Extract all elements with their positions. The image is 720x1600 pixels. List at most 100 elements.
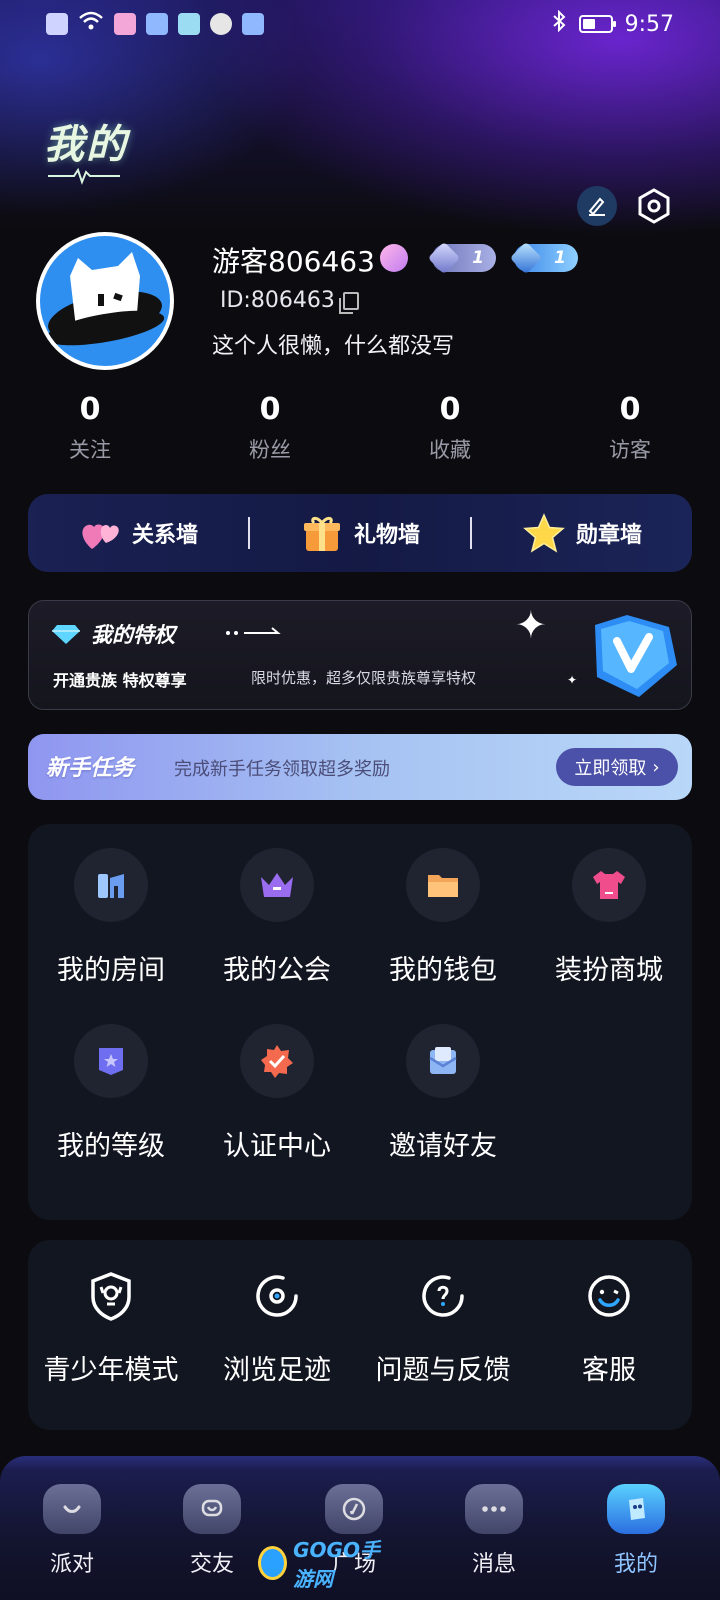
gift-wall-button[interactable]: 礼物墙 (250, 513, 470, 553)
hearts-icon (82, 524, 119, 549)
stats-row: 0 关注 0 粉丝 0 收藏 0 访客 (0, 390, 720, 464)
wechat-icon (210, 13, 232, 35)
feature-verification-center[interactable]: 认证中心 (194, 1024, 360, 1163)
feature-label: 我的房间 (57, 955, 165, 986)
wall-label: 勋章墙 (575, 523, 642, 548)
tool-icon-wrap (579, 1266, 639, 1326)
tool-browse-history[interactable]: 浏览足迹 (194, 1266, 360, 1387)
message-icon (465, 1484, 523, 1534)
nav-label: 消息 (471, 1552, 516, 1577)
nav-messages[interactable]: 消息 (434, 1484, 554, 1578)
tool-teen-mode[interactable]: 青少年模式 (28, 1266, 194, 1387)
app-icon-3 (178, 13, 200, 35)
footprint-icon (256, 1275, 298, 1317)
battery-icon (578, 15, 616, 33)
claim-button-label: 立即领取 (574, 758, 647, 779)
wifi-icon (78, 10, 104, 38)
verify-icon (261, 1045, 293, 1078)
room-icon (98, 874, 124, 898)
stat-value: 0 (259, 392, 281, 427)
feature-label: 我的钱包 (389, 955, 497, 986)
tool-icon-wrap (81, 1266, 141, 1326)
settings-button[interactable] (634, 186, 674, 226)
stat-visitors[interactable]: 0 访客 (540, 390, 720, 464)
feature-icon-bg (406, 1024, 480, 1098)
tool-feedback[interactable]: 问题与反馈 (360, 1266, 526, 1387)
diamond-icon (52, 625, 80, 644)
feature-icon-bg (240, 848, 314, 922)
nav-label: 派对 (49, 1552, 94, 1577)
user-id-row: ID:806463 (220, 288, 359, 314)
square-icon (325, 1484, 383, 1534)
wall-label: 关系墙 (131, 523, 198, 548)
feature-my-wallet[interactable]: 我的钱包 (360, 848, 526, 987)
tools-panel: 青少年模式 浏览足迹 问题与反馈 客服 (28, 1240, 692, 1430)
stat-value: 0 (619, 392, 641, 427)
crown-icon (261, 873, 293, 897)
gift-icon (303, 516, 340, 551)
avatar-cat-icon (45, 252, 165, 346)
feature-icon-bg (74, 1024, 148, 1098)
nav-friends[interactable]: 交友 (152, 1484, 272, 1578)
alert-icon (46, 13, 68, 35)
arrow-icon (226, 627, 281, 635)
level-badge-charm[interactable]: 1 (509, 241, 578, 275)
feature-label: 我的公会 (223, 955, 331, 986)
tool-label: 青少年模式 (43, 1355, 179, 1386)
wall-label: 礼物墙 (353, 523, 420, 548)
relationship-wall-button[interactable]: 关系墙 (28, 513, 248, 553)
walls-bar: 关系墙 礼物墙 勋章墙 (28, 494, 692, 572)
stat-favorites[interactable]: 0 收藏 (360, 390, 540, 464)
feature-invite-friends[interactable]: 邀请好友 (360, 1024, 526, 1163)
feature-icon-bg (74, 848, 148, 922)
watermark-text: GOGO手游网 (293, 1538, 380, 1591)
stat-label: 粉丝 (249, 438, 291, 462)
tool-customer-service[interactable]: 客服 (526, 1266, 692, 1387)
newbie-task-banner[interactable]: 新手任务 完成新手任务领取超多奖励 立即领取 › (28, 734, 692, 800)
gear-icon (638, 188, 670, 224)
tool-icon-wrap (413, 1266, 473, 1326)
feature-label: 我的等级 (57, 1131, 165, 1162)
tool-label: 浏览足迹 (223, 1355, 331, 1386)
shirt-icon (593, 871, 625, 899)
nav-label: 我的 (613, 1552, 658, 1577)
nav-me[interactable]: 我的 (576, 1484, 696, 1578)
shield-icon (91, 1272, 131, 1321)
me-icon (607, 1484, 665, 1534)
sparkle-icon: ✦ (567, 673, 578, 687)
user-bio: 这个人很懒，什么都没写 (212, 334, 455, 359)
task-title: 新手任务 (46, 756, 135, 781)
medal-wall-button[interactable]: 勋章墙 (472, 513, 692, 553)
status-bar: 9:57 (0, 0, 720, 48)
task-description: 完成新手任务领取超多奖励 (174, 759, 390, 780)
edit-profile-button[interactable] (577, 186, 617, 226)
status-left-icons (46, 10, 264, 38)
stat-following[interactable]: 0 关注 (0, 390, 180, 464)
feature-dressup-shop[interactable]: 装扮商城 (526, 848, 692, 987)
app-icon-4 (242, 13, 264, 35)
avatar[interactable] (36, 232, 174, 370)
feature-icon-bg (572, 848, 646, 922)
star-icon (523, 513, 565, 553)
tool-label: 客服 (582, 1355, 636, 1386)
tool-label: 问题与反馈 (375, 1355, 511, 1386)
pencil-icon (588, 197, 605, 216)
feature-my-room[interactable]: 我的房间 (28, 848, 194, 987)
status-right: 9:57 (551, 9, 674, 38)
wallet-icon (428, 875, 458, 897)
copy-icon[interactable] (338, 291, 359, 314)
watermark-icon (258, 1546, 288, 1580)
stat-fans[interactable]: 0 粉丝 (180, 390, 360, 464)
user-id: ID:806463 (220, 288, 335, 313)
claim-reward-button[interactable]: 立即领取 › (556, 748, 678, 786)
vip-badge-icon (380, 244, 408, 272)
feature-my-guild[interactable]: 我的公会 (194, 848, 360, 987)
service-icon (588, 1275, 630, 1317)
level-badge-wealth[interactable]: 1 (427, 241, 496, 275)
feature-my-level[interactable]: 我的等级 (28, 1024, 194, 1163)
nav-party[interactable]: 派对 (12, 1484, 132, 1578)
privilege-banner[interactable]: 我的特权 开通贵族 特权尊享 限时优惠，超多仅限贵族尊享特权 ✦ ✦ ✦ (28, 600, 692, 710)
stat-label: 关注 (69, 438, 111, 462)
feature-icon-bg (406, 848, 480, 922)
friends-icon (183, 1484, 241, 1534)
